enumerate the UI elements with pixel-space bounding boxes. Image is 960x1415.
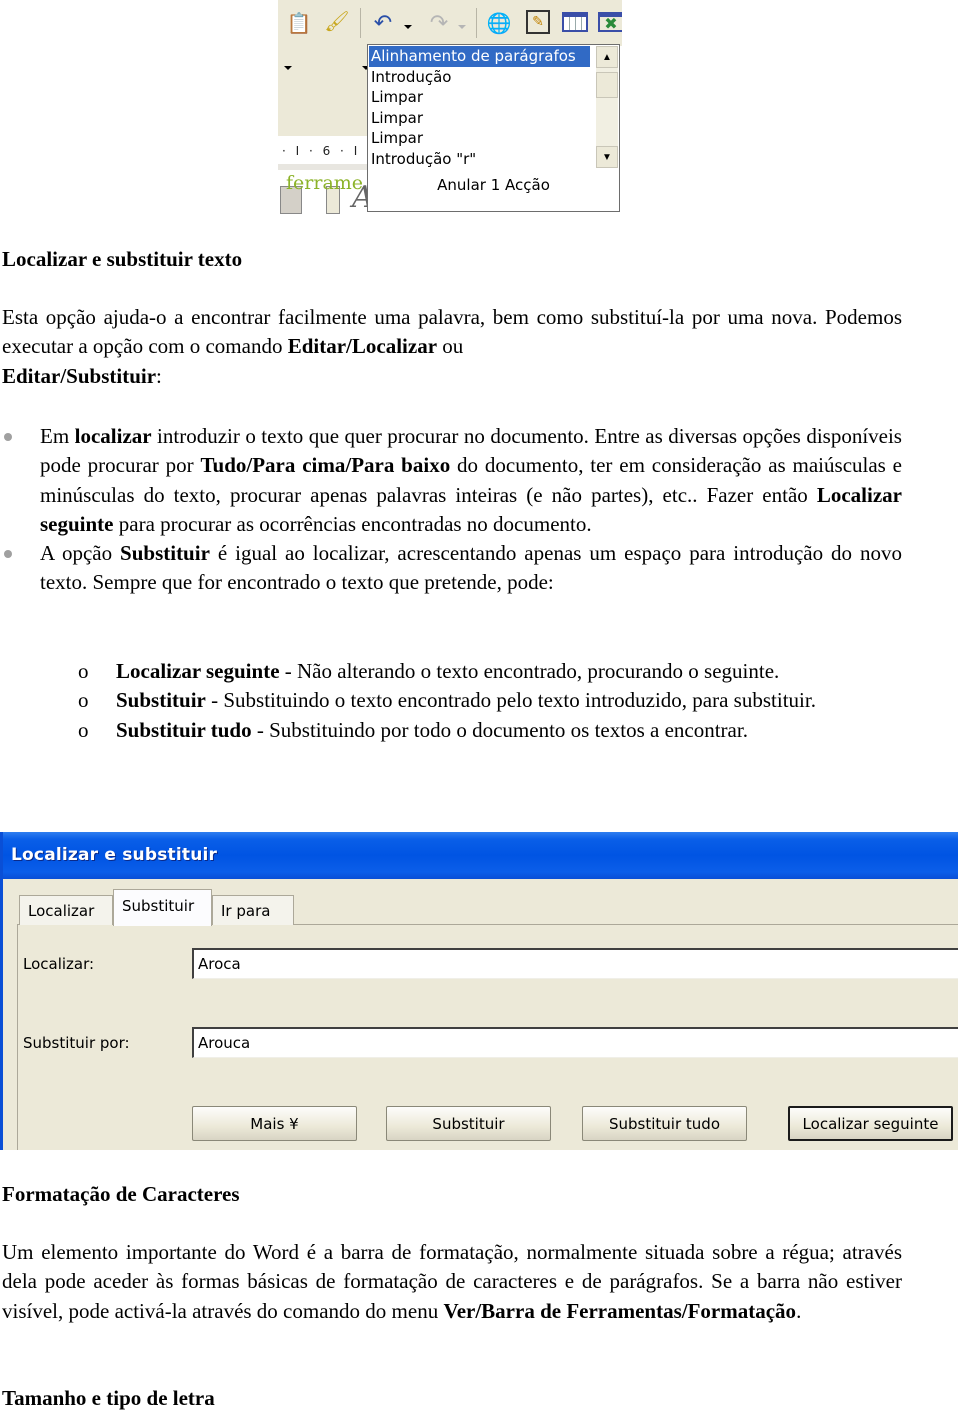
undo-item[interactable]: Introdução <box>369 67 590 88</box>
bold-text: Substituir tudo <box>116 717 252 742</box>
bold-text: Editar/Substituir <box>2 363 157 388</box>
circle-bullet-icon: o <box>78 688 89 713</box>
find-input[interactable]: Aroca <box>192 948 958 979</box>
list-item: Em localizar introduzir o texto que quer… <box>0 422 902 539</box>
bold-text: localizar <box>74 424 152 448</box>
bold-text: Substituir <box>120 541 210 566</box>
text: ou <box>437 334 464 359</box>
undo-icon[interactable]: ↶ <box>370 10 396 36</box>
undo-item[interactable]: Limpar <box>369 87 590 108</box>
undo-item[interactable]: Introdução "r" <box>369 149 590 170</box>
text: - Substituindo por todo o documento os t… <box>251 717 748 742</box>
text: para procurar as ocorrências encontradas… <box>113 511 592 536</box>
replace-input[interactable]: Arouca <box>192 1027 958 1058</box>
paste-icon[interactable]: 📋 <box>286 10 312 36</box>
bold-text: Ver/Barra de Ferramentas/Formatação <box>443 1298 797 1323</box>
insert-hyperlink-icon[interactable]: 🌐 <box>486 10 512 36</box>
text: . <box>796 1298 802 1323</box>
bold-text: Substituir <box>116 688 206 713</box>
list-item: A opção Substituir é igual ao localizar,… <box>0 539 902 598</box>
text: Em <box>40 424 75 448</box>
replace-label: Substituir por: <box>23 1034 130 1052</box>
draw-table-icon[interactable]: ✎ <box>526 10 550 34</box>
dialog-title: Localizar e substituir <box>11 845 218 865</box>
text: - Substituindo o texto encontrado pelo t… <box>205 688 816 713</box>
formatting-toolbar: 12 <box>278 46 370 127</box>
section-character-formatting: Formatação de Caracteres <box>2 1180 902 1209</box>
bold-text: Localizar seguinte <box>116 659 280 683</box>
find-label: Localizar: <box>23 955 95 973</box>
undo-item[interactable]: Limpar <box>369 108 590 129</box>
undo-item[interactable]: Alinhamento de parágrafos <box>369 46 590 67</box>
formatting-paragraph: Um elemento importante do Word é a barra… <box>2 1238 902 1326</box>
text: - Não alterando o texto encontrado, proc… <box>279 659 780 683</box>
bold-text: Tudo/Para cima/Para baixo <box>200 453 451 478</box>
find-replace-dialog: Localizar e substituir Localizar Substit… <box>0 832 958 1150</box>
formatting-toolbar-row: A <box>278 88 374 214</box>
bullet-list: Em localizar introduzir o texto que quer… <box>0 422 902 598</box>
redo-dropdown-arrow-icon[interactable] <box>458 25 466 29</box>
standard-toolbar: 📋 🖌 ↶ ↷ 🌐 ✎ ✖ <box>278 0 622 46</box>
scrollbar-thumb[interactable] <box>596 72 618 98</box>
list-item: o Substituir tudo - Substituindo por tod… <box>0 716 902 745</box>
undo-dropdown-list: Alinhamento de parágrafos Introdução Lim… <box>367 44 620 212</box>
toolbar-screenshot: 📋 🖌 ↶ ↷ 🌐 ✎ ✖ 12 A · I · 6 · I ferrame A… <box>278 0 622 214</box>
find-next-button[interactable]: Localizar seguinte <box>788 1106 953 1141</box>
replace-all-button[interactable]: Substituir tudo <box>582 1106 747 1141</box>
font-dropdown-arrow-icon[interactable] <box>284 66 292 70</box>
tab-ir-para[interactable]: Ir para <box>212 895 294 925</box>
section-heading: Formatação de Caracteres <box>2 1182 240 1206</box>
insert-excel-icon[interactable]: ✖ <box>598 12 622 33</box>
dialog-titlebar[interactable]: Localizar e substituir <box>3 832 958 879</box>
tab-substituir[interactable]: Substituir <box>113 889 212 926</box>
text: : <box>156 363 162 388</box>
section-heading: Localizar e substituir texto <box>2 247 243 271</box>
more-button[interactable]: Mais ¥ <box>192 1106 357 1141</box>
bold-text: Editar/Localizar <box>287 334 438 359</box>
scroll-down-icon[interactable]: ▼ <box>596 146 618 168</box>
replace-button[interactable]: Substituir <box>386 1106 551 1141</box>
undo-list-scrollbar[interactable]: ▲ ▼ <box>596 46 618 168</box>
document-text-fragment: ferrame <box>286 172 364 194</box>
bullet-icon <box>4 550 12 559</box>
sub-bullet-list: o Localizar seguinte - Não alterando o t… <box>0 657 902 745</box>
section-font-size-type: Tamanho e tipo de letra <box>2 1384 902 1413</box>
circle-bullet-icon: o <box>78 659 89 683</box>
list-item: o Localizar seguinte - Não alterando o t… <box>0 657 902 686</box>
scroll-up-icon[interactable]: ▲ <box>596 46 618 68</box>
tab-localizar[interactable]: Localizar <box>19 895 113 925</box>
undo-item[interactable]: Limpar <box>369 128 590 149</box>
intro-paragraph: Esta opção ajuda-o a encontrar facilment… <box>2 303 902 391</box>
circle-bullet-icon: o <box>78 717 89 742</box>
section-find-replace: Localizar e substituir texto <box>2 245 902 274</box>
text: A opção <box>40 541 121 566</box>
format-painter-icon[interactable]: 🖌 <box>324 8 350 34</box>
undo-count-label: Anular 1 Acção <box>437 176 550 194</box>
ruler: · I · 6 · I <box>278 136 368 170</box>
section-heading: Tamanho e tipo de letra <box>2 1386 215 1410</box>
undo-dropdown-arrow-icon[interactable] <box>404 25 412 29</box>
insert-table-icon[interactable] <box>562 12 588 32</box>
bullet-icon <box>4 433 12 441</box>
redo-icon[interactable]: ↷ <box>426 10 452 36</box>
undo-items: Alinhamento de parágrafos Introdução Lim… <box>369 46 590 169</box>
list-item: o Substituir - Substituindo o texto enco… <box>0 686 902 715</box>
